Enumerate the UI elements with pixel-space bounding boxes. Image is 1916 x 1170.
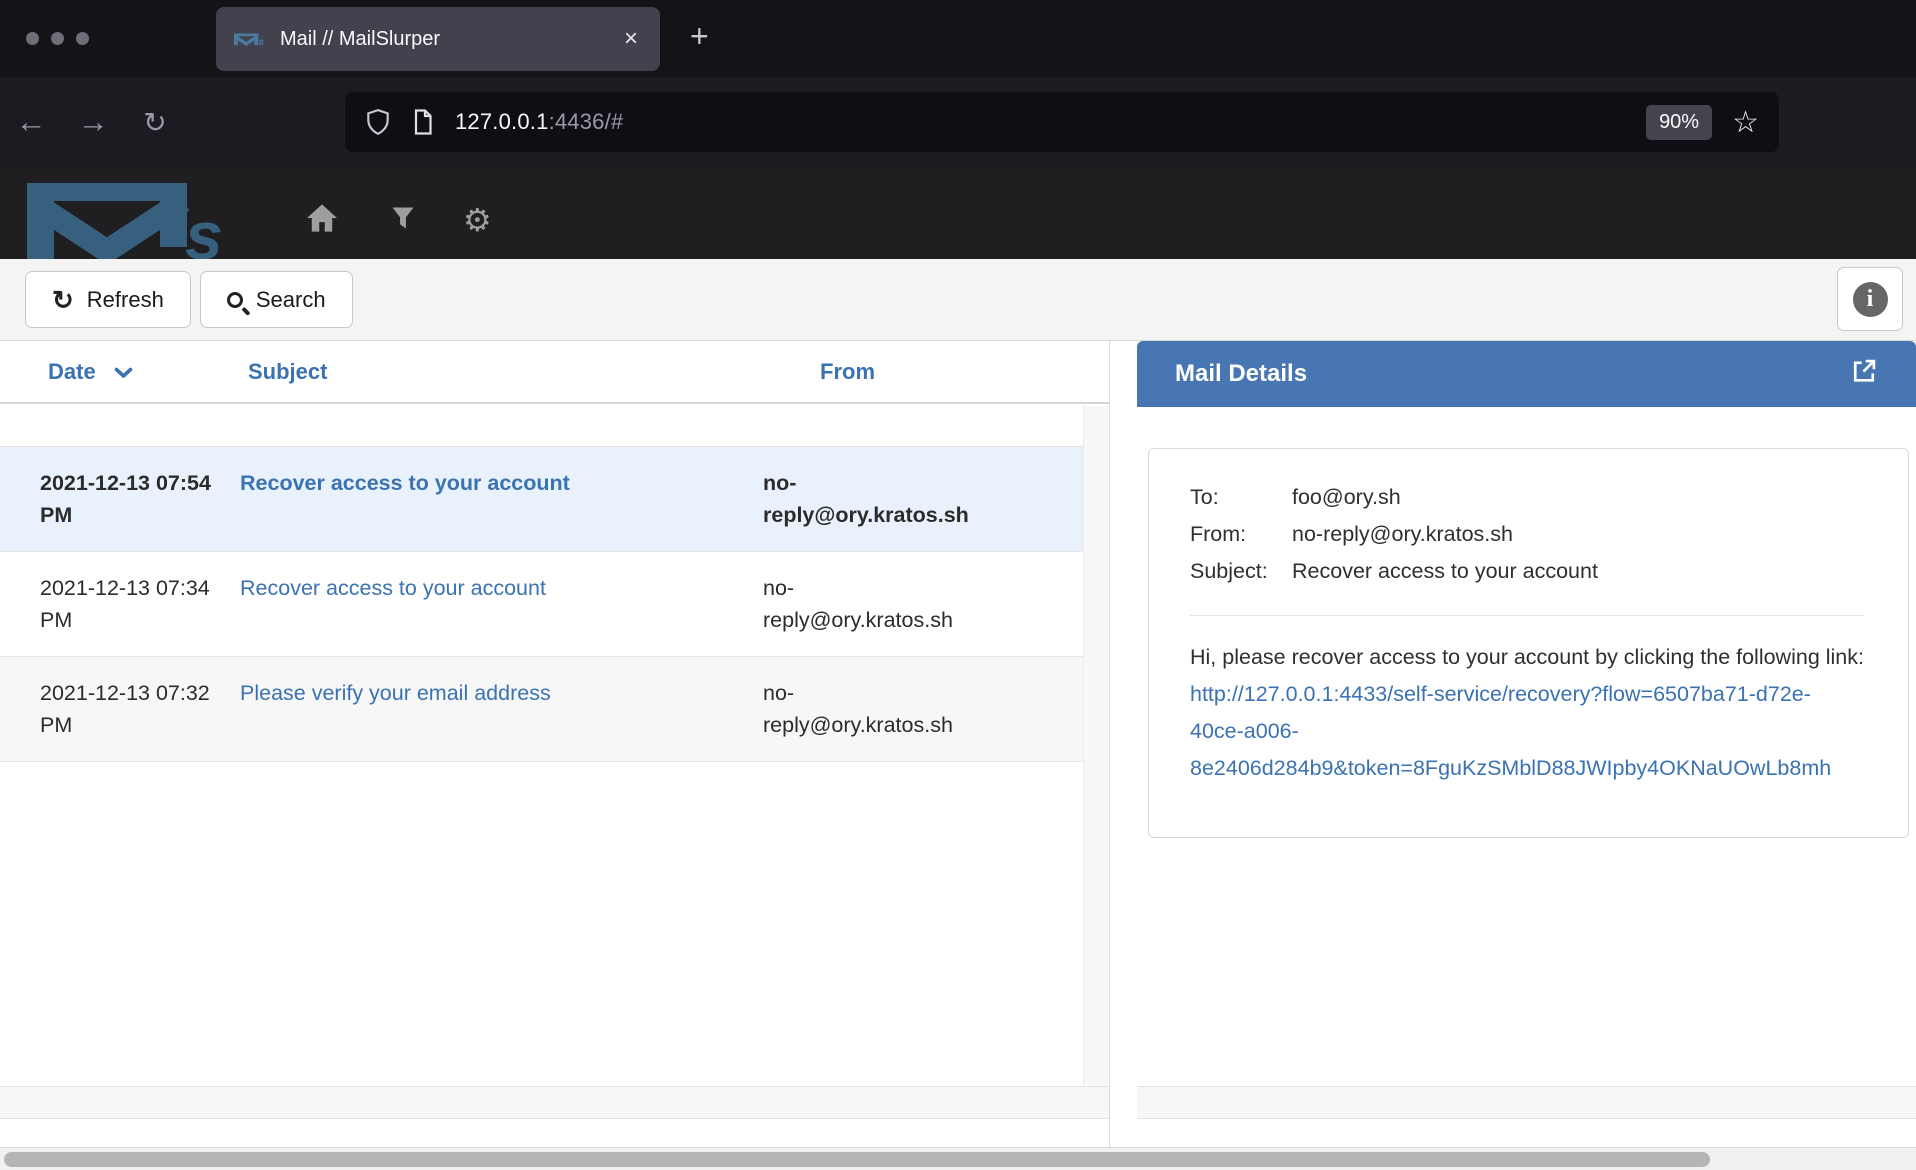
mail-date-cell: 2021-12-13 07:32 PM xyxy=(0,677,232,741)
mail-details-title: Mail Details xyxy=(1175,360,1307,388)
mail-row[interactable]: 2021-12-13 07:32 PM Please verify your e… xyxy=(0,657,1084,762)
field-subject: Subject: Recover access to your account xyxy=(1190,553,1864,590)
mail-body: Hi, please recover access to your accoun… xyxy=(1190,639,1864,787)
refresh-icon: ↻ xyxy=(52,287,74,313)
mail-subject-cell: Recover access to your account xyxy=(232,467,755,531)
window-zoom-dot[interactable] xyxy=(76,32,89,45)
action-toolbar: ↻ Refresh Search i xyxy=(0,259,1916,341)
favicon-mailslurper: s xyxy=(234,32,266,46)
date-header-label: Date xyxy=(48,359,96,384)
mailslurper-window: s Mail // MailSlurper × + ← → ↻ 1 xyxy=(0,0,1916,1170)
window-controls[interactable] xyxy=(26,32,89,45)
tab-close-icon[interactable]: × xyxy=(620,25,642,53)
column-header-subject[interactable]: Subject xyxy=(240,359,755,385)
scrollbar-thumb[interactable] xyxy=(4,1152,1710,1167)
mail-from-cell: no-reply@ory.kratos.sh xyxy=(755,677,970,741)
mail-list-rows: 2021-12-13 07:54 PM Recover access to yo… xyxy=(0,446,1084,762)
page-horizontal-scrollbar xyxy=(0,1147,1916,1170)
subject-value: Recover access to your account xyxy=(1292,553,1598,590)
list-horizontal-scrollbar[interactable] xyxy=(0,1086,1109,1119)
recovery-link[interactable]: http://127.0.0.1:4433/self-service/recov… xyxy=(1190,682,1831,780)
mail-subject-cell: Please verify your email address xyxy=(232,677,755,741)
info-icon: i xyxy=(1853,282,1888,317)
mail-details-header: Mail Details xyxy=(1137,341,1916,407)
refresh-label: Refresh xyxy=(87,287,164,313)
sort-desc-icon xyxy=(114,359,133,384)
tab-title: Mail // MailSlurper xyxy=(280,28,620,51)
mail-subject-cell: Recover access to your account xyxy=(232,572,755,636)
mail-from-cell: no-reply@ory.kratos.sh xyxy=(755,572,970,636)
list-vertical-scrollbar[interactable] xyxy=(1083,406,1108,1086)
mail-subject-link[interactable]: Please verify your email address xyxy=(240,681,551,705)
from-label: From: xyxy=(1190,516,1292,553)
reload-icon[interactable]: ↻ xyxy=(124,106,186,139)
gear-icon[interactable]: ⚙ xyxy=(463,204,492,236)
page-info-icon[interactable] xyxy=(411,108,435,136)
zoom-level-badge[interactable]: 90% xyxy=(1646,105,1712,140)
subject-header-label: Subject xyxy=(248,359,327,384)
svg-text:s: s xyxy=(258,37,264,46)
mail-list-header: Date Subject From xyxy=(0,341,1109,404)
mailslurper-logo[interactable]: s xyxy=(27,175,237,259)
mail-details-pane: Mail Details To: foo@ory.sh From: xyxy=(1137,341,1916,1147)
browser-toolbar: ← → ↻ 127.0.0.1:4436/# 90% ☆ » xyxy=(0,77,1916,167)
column-header-from[interactable]: From xyxy=(755,359,1109,385)
field-to: To: foo@ory.sh xyxy=(1190,479,1864,516)
open-external-icon[interactable] xyxy=(1850,357,1878,392)
mail-row[interactable]: 2021-12-13 07:34 PM Recover access to yo… xyxy=(0,552,1084,657)
address-bar[interactable]: 127.0.0.1:4436/# 90% ☆ xyxy=(345,92,1779,152)
mail-detail-card: To: foo@ory.sh From: no-reply@ory.kratos… xyxy=(1148,448,1909,838)
mail-date-cell: 2021-12-13 07:34 PM xyxy=(0,572,232,636)
to-label: To: xyxy=(1190,479,1292,516)
back-icon[interactable]: ← xyxy=(0,104,62,140)
svg-text:s: s xyxy=(185,198,223,259)
subject-label: Subject: xyxy=(1190,553,1292,590)
mail-subject-link[interactable]: Recover access to your account xyxy=(240,471,570,495)
field-from: From: no-reply@ory.kratos.sh xyxy=(1190,516,1864,553)
filter-icon[interactable] xyxy=(389,204,417,237)
url-text[interactable]: 127.0.0.1:4436/# xyxy=(455,109,623,135)
window-close-dot[interactable] xyxy=(26,32,39,45)
mail-from-cell: no-reply@ory.kratos.sh xyxy=(755,467,970,531)
mail-body-text: Hi, please recover access to your accoun… xyxy=(1190,645,1864,669)
column-header-date[interactable]: Date xyxy=(0,359,240,385)
details-horizontal-scrollbar[interactable] xyxy=(1137,1086,1916,1119)
mail-row-selected[interactable]: 2021-12-13 07:54 PM Recover access to yo… xyxy=(0,446,1084,552)
forward-icon[interactable]: → xyxy=(62,104,124,140)
url-path: :4436/# xyxy=(549,109,624,134)
new-tab-icon[interactable]: + xyxy=(690,18,709,55)
app-navbar: s ⚙ xyxy=(0,167,1916,259)
mail-date-cell: 2021-12-13 07:54 PM xyxy=(0,467,232,531)
refresh-button[interactable]: ↻ Refresh xyxy=(25,271,191,328)
url-host: 127.0.0.1 xyxy=(455,109,549,134)
mail-subject-link[interactable]: Recover access to your account xyxy=(240,576,546,600)
detail-divider xyxy=(1190,615,1864,616)
info-button[interactable]: i xyxy=(1837,267,1903,331)
bookmark-star-icon[interactable]: ☆ xyxy=(1732,105,1759,140)
browser-tab[interactable]: s Mail // MailSlurper × xyxy=(216,7,660,71)
home-icon[interactable] xyxy=(305,203,339,238)
from-value: no-reply@ory.kratos.sh xyxy=(1292,516,1513,553)
search-icon xyxy=(227,292,243,308)
search-button[interactable]: Search xyxy=(200,271,353,328)
main-content: Date Subject From 2021-12-13 07:54 PM xyxy=(0,341,1916,1147)
window-minimize-dot[interactable] xyxy=(51,32,64,45)
mail-list-pane: Date Subject From 2021-12-13 07:54 PM xyxy=(0,341,1110,1147)
search-label: Search xyxy=(256,287,326,313)
from-header-label: From xyxy=(820,359,875,385)
to-value: foo@ory.sh xyxy=(1292,479,1401,516)
shield-icon[interactable] xyxy=(365,108,391,136)
browser-tab-strip: s Mail // MailSlurper × + xyxy=(0,0,1916,77)
